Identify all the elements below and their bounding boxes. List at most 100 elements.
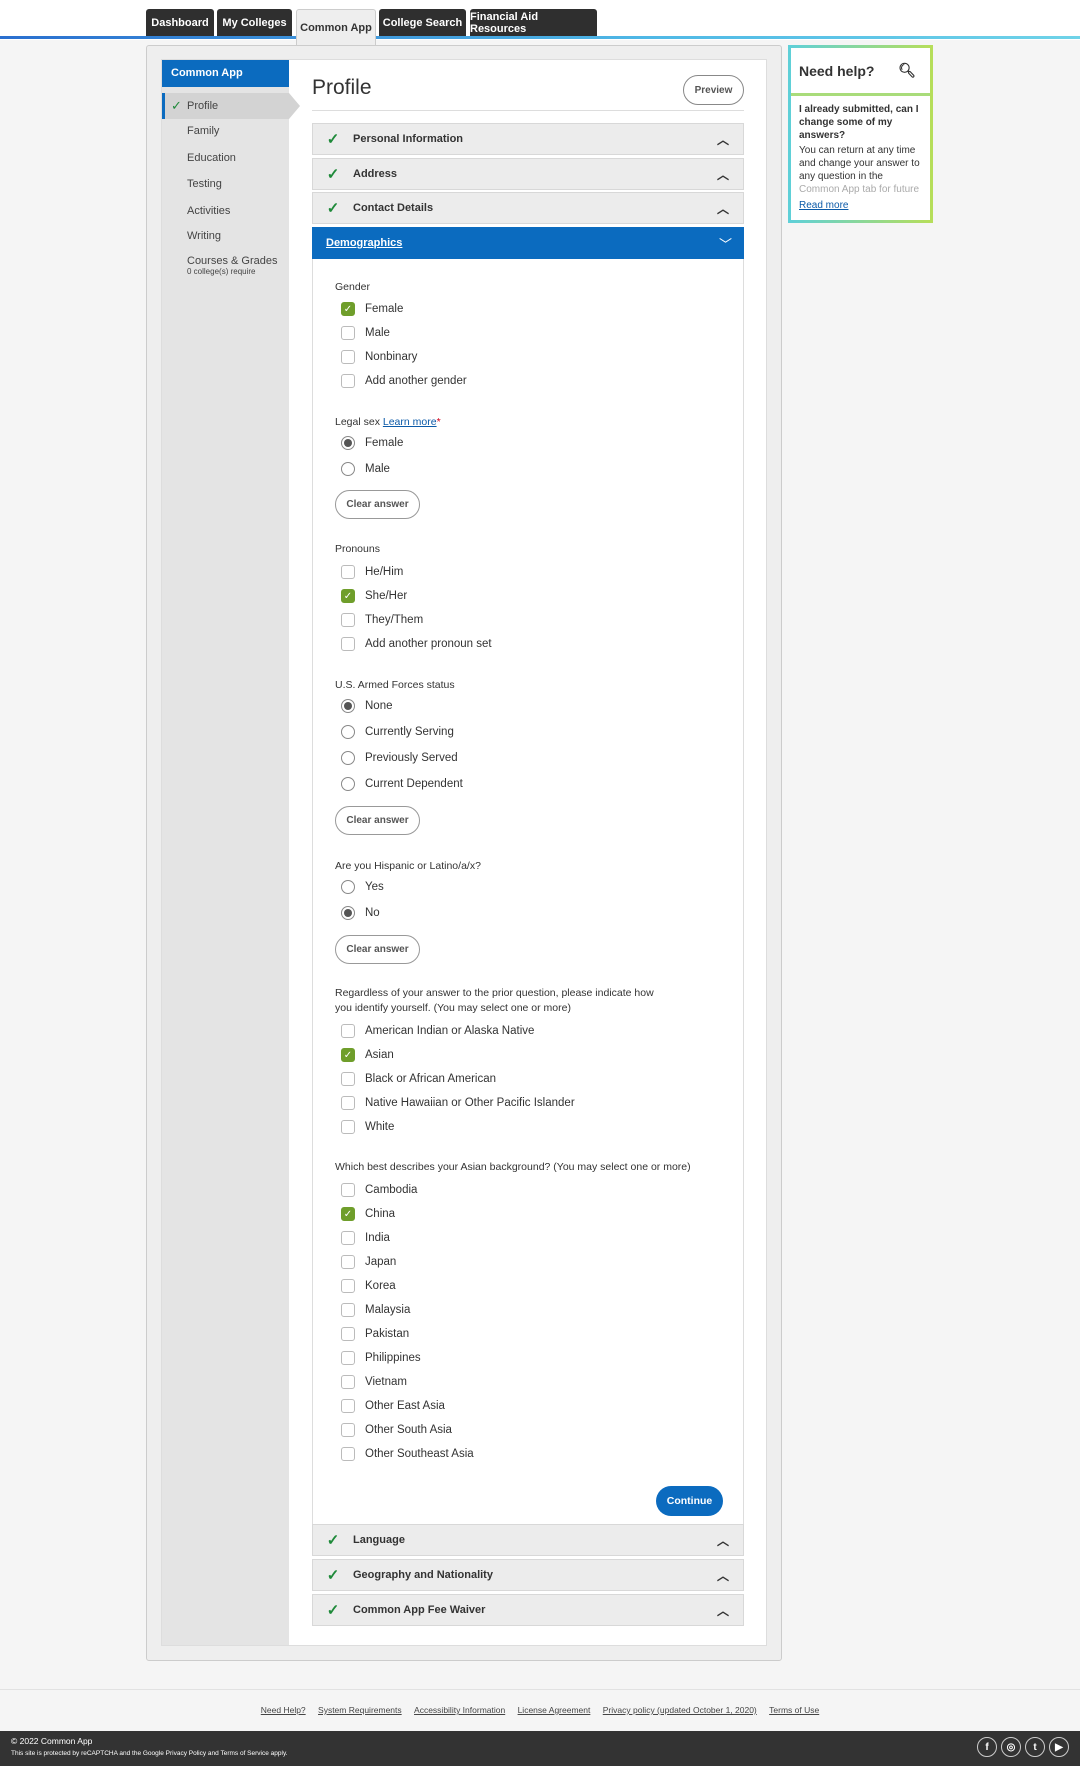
footer-link-terms[interactable]: Terms of Use <box>769 1705 819 1715</box>
preview-button[interactable]: Preview <box>683 75 744 105</box>
radio-button[interactable] <box>341 462 355 476</box>
clear-answer-button[interactable]: Clear answer <box>335 935 420 964</box>
search-icon[interactable]: 🔍︎ <box>898 62 916 79</box>
sidebar-item-courses-grades[interactable]: Courses & Grades 0 college(s) require <box>162 255 289 276</box>
sidebar-item-profile[interactable]: ✓ Profile <box>162 93 300 119</box>
armed-option[interactable]: Previously Served <box>335 745 721 771</box>
tab-college-search[interactable]: College Search <box>379 9 466 37</box>
checkbox[interactable] <box>341 350 355 364</box>
asian-option[interactable]: Japan <box>335 1250 721 1274</box>
asian-option[interactable]: Pakistan <box>335 1322 721 1346</box>
tab-my-colleges[interactable]: My Colleges <box>217 9 292 37</box>
radio-button[interactable] <box>341 725 355 739</box>
radio-button[interactable] <box>341 906 355 920</box>
checkbox[interactable]: ✓ <box>341 1207 355 1221</box>
checkbox[interactable] <box>341 1024 355 1038</box>
section-geography-nationality[interactable]: ✓ Geography and Nationality ︿ <box>312 1559 744 1591</box>
checkbox[interactable] <box>341 1375 355 1389</box>
section-demographics[interactable]: Demographics ﹀ <box>312 227 744 259</box>
hispanic-option[interactable]: Yes <box>335 874 721 900</box>
asian-option[interactable]: India <box>335 1226 721 1250</box>
checkbox[interactable] <box>341 1303 355 1317</box>
tab-common-app[interactable]: Common App <box>296 9 376 45</box>
radio-button[interactable] <box>341 699 355 713</box>
section-language[interactable]: ✓ Language ︿ <box>312 1524 744 1556</box>
continue-button[interactable]: Continue <box>656 1486 723 1516</box>
checkbox[interactable] <box>341 1351 355 1365</box>
sidebar-item-family[interactable]: Family <box>162 125 289 137</box>
checkbox[interactable] <box>341 1279 355 1293</box>
asian-option[interactable]: Other East Asia <box>335 1394 721 1418</box>
checkbox[interactable] <box>341 613 355 627</box>
footer-link-accessibility[interactable]: Accessibility Information <box>414 1705 505 1715</box>
race-option[interactable]: ✓ Asian <box>335 1043 721 1067</box>
hispanic-option[interactable]: No <box>335 900 721 926</box>
learn-more-link[interactable]: Learn more <box>383 416 437 428</box>
checkbox[interactable] <box>341 1327 355 1341</box>
radio-button[interactable] <box>341 777 355 791</box>
pronouns-option[interactable]: ✓ She/Her <box>335 584 721 608</box>
tab-financial-aid-resources[interactable]: Financial Aid Resources <box>470 9 597 37</box>
checkbox[interactable] <box>341 326 355 340</box>
armed-option[interactable]: None <box>335 693 721 719</box>
asian-option[interactable]: Vietnam <box>335 1370 721 1394</box>
checkbox[interactable] <box>341 1183 355 1197</box>
footer-link-license[interactable]: License Agreement <box>518 1705 591 1715</box>
asian-option[interactable]: Cambodia <box>335 1178 721 1202</box>
terms-of-service-link[interactable]: Terms of Service <box>220 1750 268 1757</box>
race-option[interactable]: American Indian or Alaska Native <box>335 1019 721 1043</box>
gender-option[interactable]: Nonbinary <box>335 345 721 369</box>
checkbox[interactable] <box>341 1423 355 1437</box>
armed-option[interactable]: Currently Serving <box>335 719 721 745</box>
section-fee-waiver[interactable]: ✓ Common App Fee Waiver ︿ <box>312 1594 744 1626</box>
sidebar-item-testing[interactable]: Testing <box>162 178 289 190</box>
demographics-link[interactable]: Demographics <box>326 237 402 249</box>
sidebar-item-writing[interactable]: Writing <box>162 230 289 242</box>
gender-option[interactable]: Male <box>335 321 721 345</box>
asian-option[interactable]: Other South Asia <box>335 1418 721 1442</box>
checkbox[interactable] <box>341 1399 355 1413</box>
checkbox[interactable]: ✓ <box>341 1048 355 1062</box>
checkbox[interactable] <box>341 1447 355 1461</box>
instagram-icon[interactable]: ◎ <box>1001 1737 1021 1757</box>
footer-link-system-requirements[interactable]: System Requirements <box>318 1705 402 1715</box>
pronouns-option[interactable]: Add another pronoun set <box>335 632 721 656</box>
legal_sex-option[interactable]: Female <box>335 430 721 456</box>
race-option[interactable]: Native Hawaiian or Other Pacific Islande… <box>335 1091 721 1115</box>
checkbox[interactable] <box>341 1072 355 1086</box>
checkbox[interactable] <box>341 1096 355 1110</box>
gender-option[interactable]: ✓ Female <box>335 297 721 321</box>
section-address[interactable]: ✓ Address ︿ <box>312 158 744 190</box>
checkbox[interactable] <box>341 565 355 579</box>
pronouns-option[interactable]: He/Him <box>335 560 721 584</box>
asian-option[interactable]: Philippines <box>335 1346 721 1370</box>
radio-button[interactable] <box>341 880 355 894</box>
privacy-policy-link[interactable]: Privacy Policy <box>166 1750 206 1757</box>
checkbox[interactable] <box>341 1255 355 1269</box>
asian-option[interactable]: Malaysia <box>335 1298 721 1322</box>
legal_sex-option[interactable]: Male <box>335 456 721 482</box>
sidebar-item-education[interactable]: Education <box>162 152 289 164</box>
twitter-icon[interactable]: t <box>1025 1737 1045 1757</box>
radio-button[interactable] <box>341 436 355 450</box>
footer-link-privacy[interactable]: Privacy policy (updated October 1, 2020) <box>603 1705 757 1715</box>
checkbox[interactable] <box>341 637 355 651</box>
section-personal-information[interactable]: ✓ Personal Information ︿ <box>312 123 744 155</box>
pronouns-option[interactable]: They/Them <box>335 608 721 632</box>
sidebar-item-activities[interactable]: Activities <box>162 205 289 217</box>
radio-button[interactable] <box>341 751 355 765</box>
read-more-link[interactable]: Read more <box>799 199 849 212</box>
tab-dashboard[interactable]: Dashboard <box>146 9 214 37</box>
footer-link-need-help[interactable]: Need Help? <box>261 1705 306 1715</box>
clear-answer-button[interactable]: Clear answer <box>335 806 420 835</box>
facebook-icon[interactable]: f <box>977 1737 997 1757</box>
youtube-icon[interactable]: ▶ <box>1049 1737 1069 1757</box>
race-option[interactable]: Black or African American <box>335 1067 721 1091</box>
section-contact-details[interactable]: ✓ Contact Details ︿ <box>312 192 744 224</box>
gender-option[interactable]: Add another gender <box>335 369 721 393</box>
asian-option[interactable]: ✓ China <box>335 1202 721 1226</box>
asian-option[interactable]: Other Southeast Asia <box>335 1442 721 1466</box>
armed-option[interactable]: Current Dependent <box>335 771 721 797</box>
checkbox[interactable] <box>341 1231 355 1245</box>
checkbox[interactable] <box>341 1120 355 1134</box>
